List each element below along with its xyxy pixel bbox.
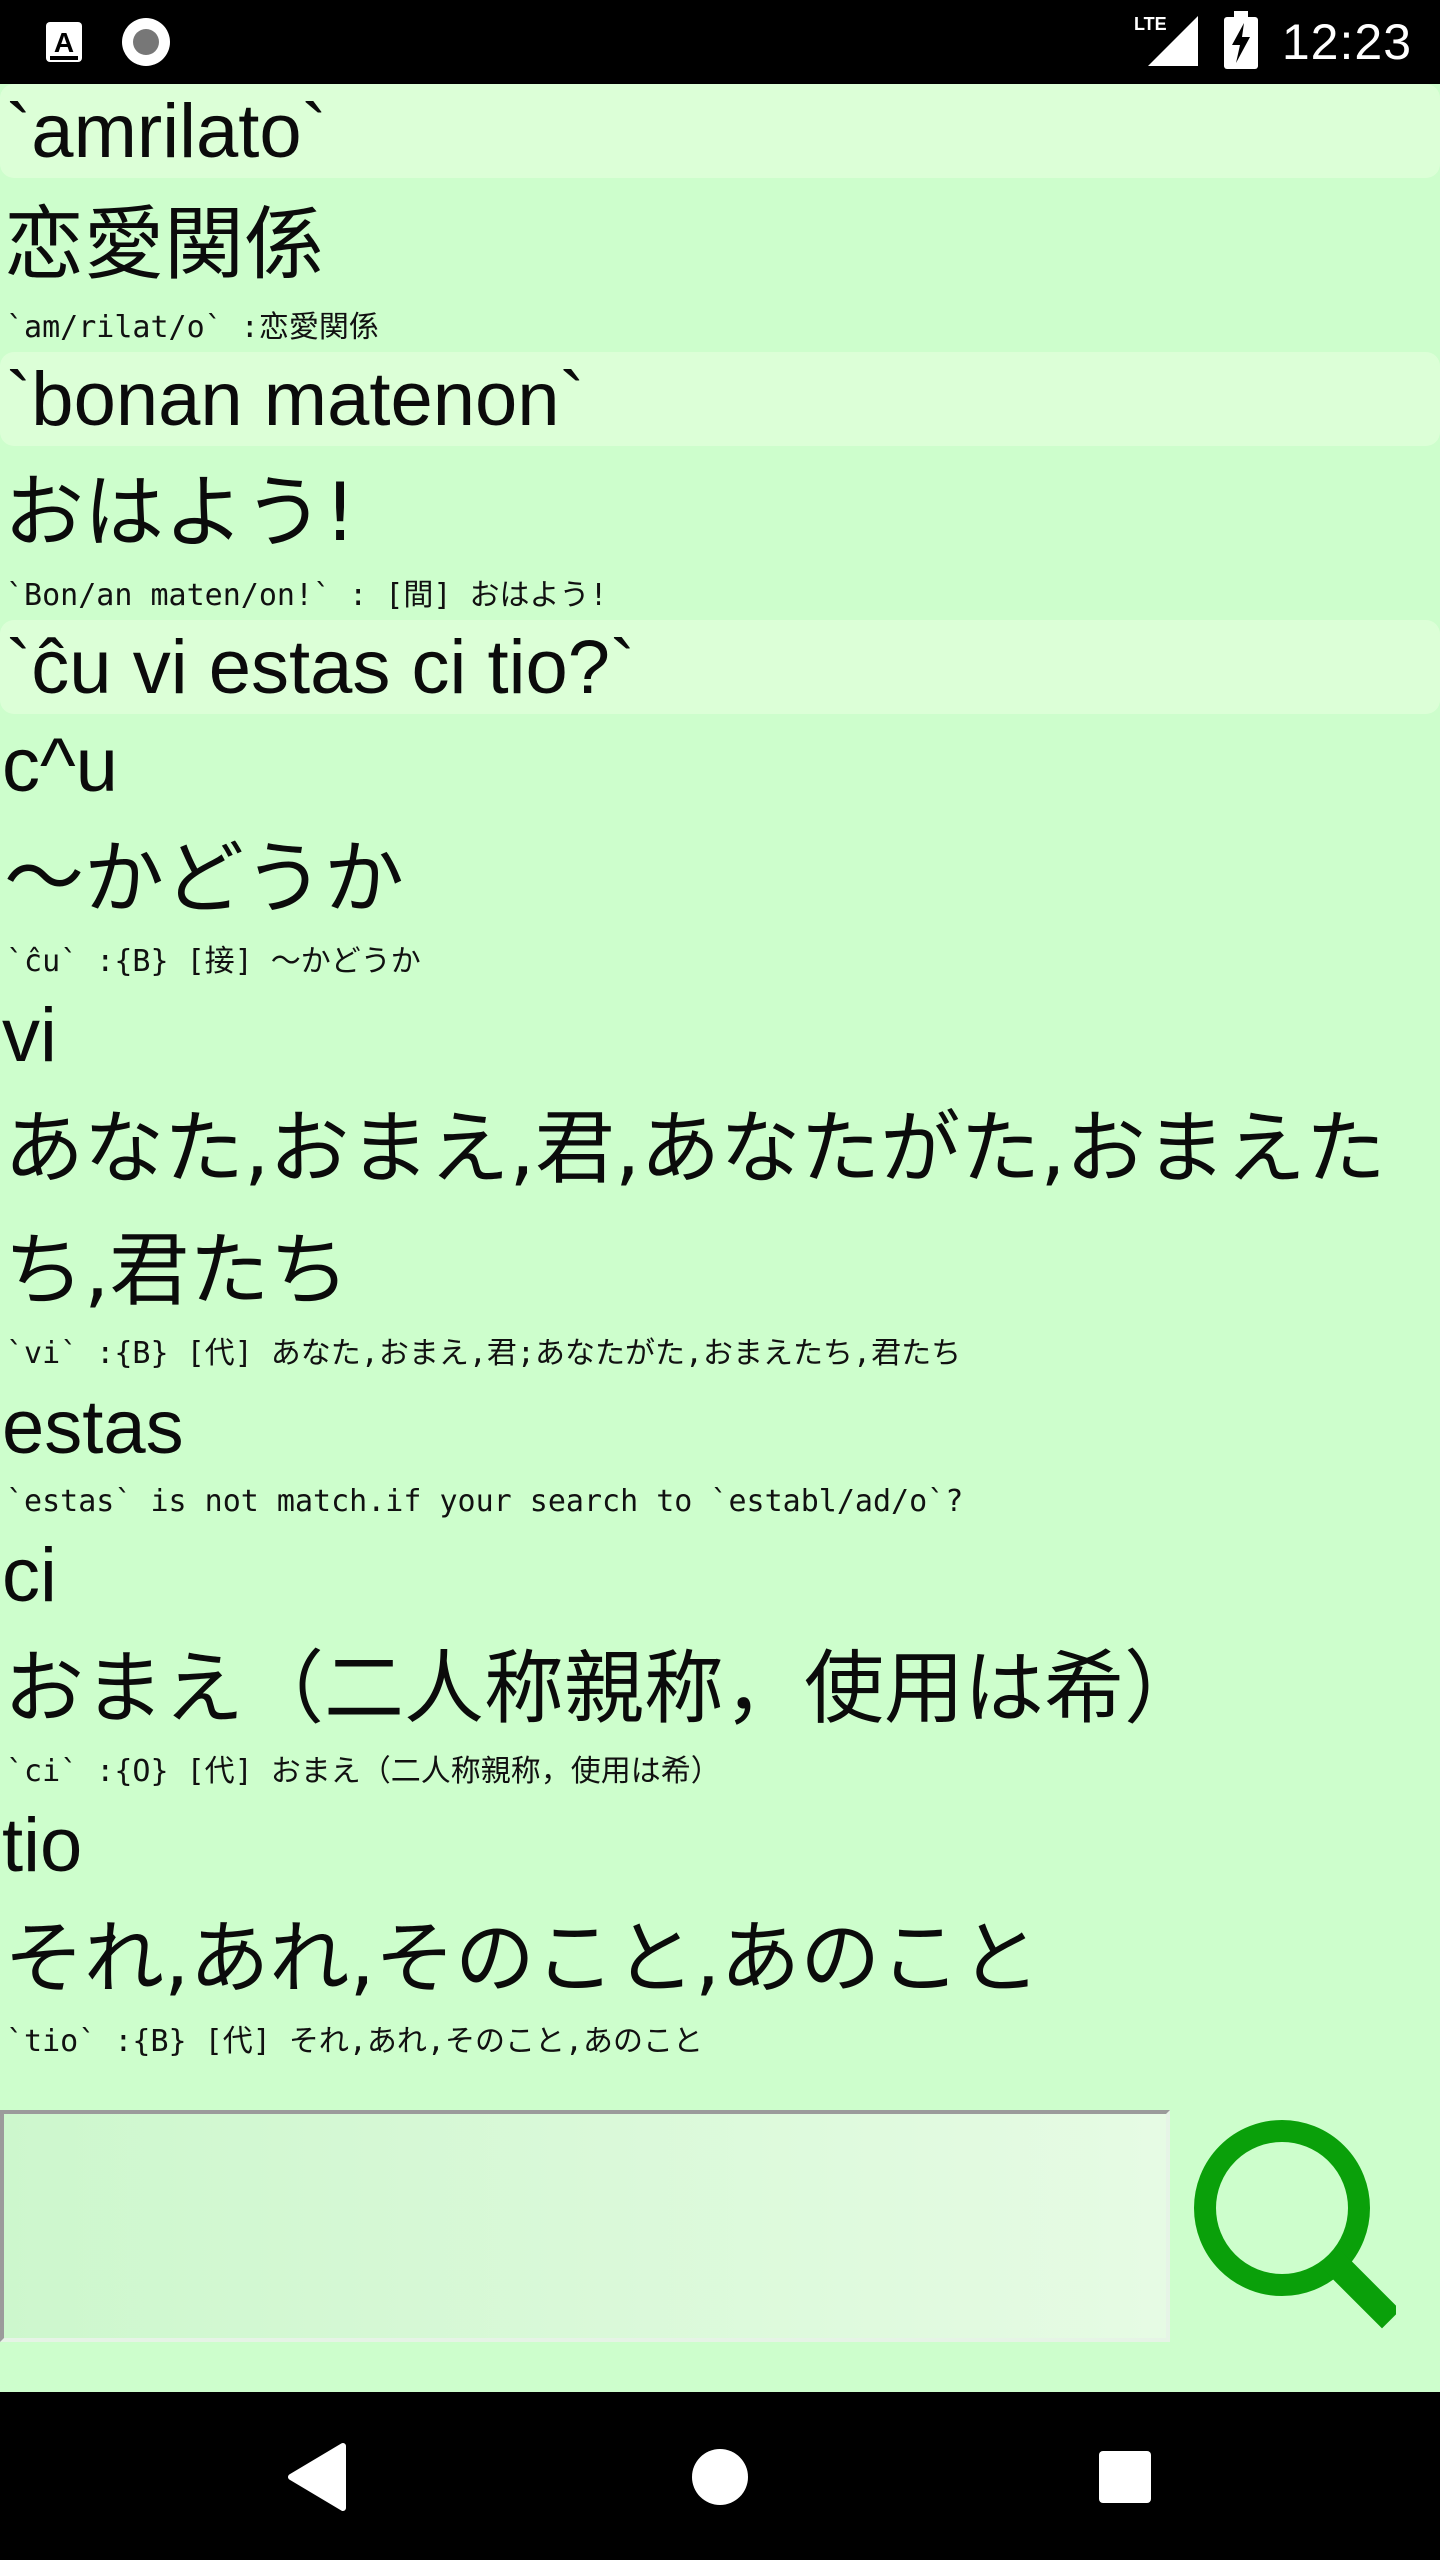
home-button[interactable] [675,2432,765,2522]
entry-detail: `ci` :{O} [代] おまえ（二人称親称，使用は希） [6,1754,721,1789]
app-a-icon: A [44,20,84,64]
word: vi [2,993,57,1078]
meaning: ～かどうか [4,832,404,925]
meaning: それ,あれ,そのこと,あのこと [4,1912,1041,2005]
word: ci [2,1533,57,1618]
status-time: 12:23 [1281,14,1412,70]
back-icon [288,2443,346,2511]
entry-detail: `ĉu` :{B} [接] ～かどうか [6,944,421,979]
meaning: あなた,おまえ,君,あなたがた,おまえたち,君たち [4,1102,1386,1317]
entry-detail: `Bon/an maten/on!` : [間] おはよう! [6,578,608,613]
status-bar: A LTE 12:23 [0,0,1440,84]
word: estas [2,1385,184,1470]
meaning: おまえ（二人称親称，使用は希） [4,1642,1204,1735]
word: tio [2,1803,83,1888]
query-row: `ĉu vi estas ci tio?` [0,620,1440,714]
circle-record-icon [120,16,172,68]
query-row: `bonan matenon` [0,352,1440,446]
recents-icon [1099,2451,1151,2503]
query-row: `amrilato` [0,84,1440,178]
lte-signal-icon: LTE [1132,12,1200,72]
recents-button[interactable] [1080,2432,1170,2522]
search-icon [1194,2120,1401,2329]
search-input[interactable] [0,2110,1170,2342]
meaning: 恋愛関係 [4,198,324,291]
entry-detail: `estas` is not match.if your search to `… [6,1484,964,1519]
results-list[interactable]: `amrilato` 恋愛関係 `am/rilat/o` :恋愛関係 `bona… [0,84,1440,2392]
entry-detail: `am/rilat/o` :恋愛関係 [6,310,379,345]
svg-text:A: A [54,27,74,58]
battery-charging-icon [1223,11,1258,73]
status-right: LTE 12:23 [1132,0,1412,84]
entry-detail: `tio` :{B} [代] それ,あれ,そのこと,あのこと [6,2024,704,2059]
home-icon [692,2449,748,2505]
entry-detail: `vi` :{B} [代] あなた,おまえ,君;あなたがた,おまえたち,君たち [6,1336,962,1371]
network-type: LTE [1134,14,1167,34]
word: c^u [2,723,118,808]
search-button[interactable] [1186,2116,1401,2338]
meaning: おはよう! [4,466,357,559]
back-button[interactable] [272,2432,362,2522]
navigation-bar [0,2392,1440,2560]
